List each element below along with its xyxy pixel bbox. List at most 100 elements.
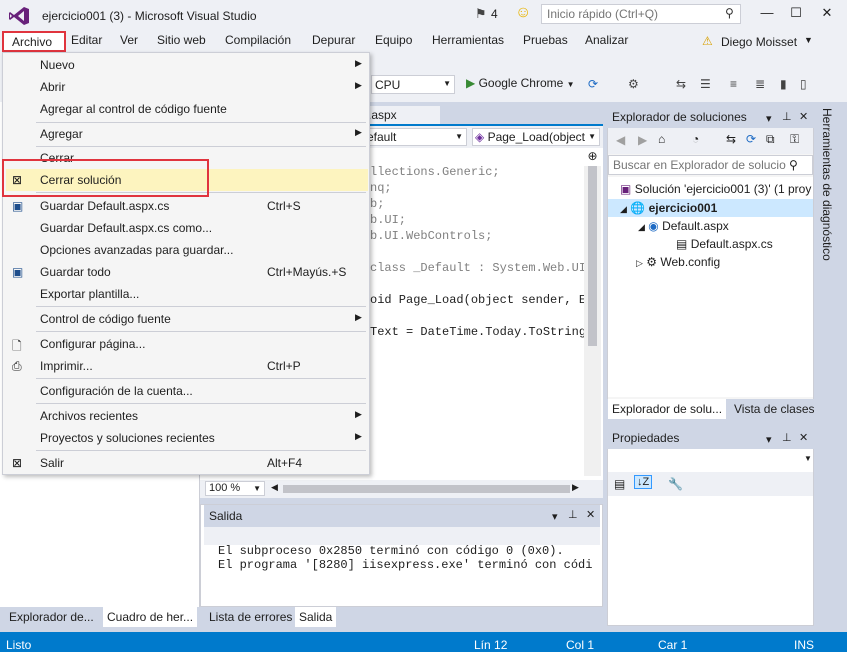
tab-explorador[interactable]: Explorador de... (5, 607, 98, 627)
menu-pruebas[interactable]: Pruebas (523, 33, 568, 47)
menu-item-agregar-control-codigo[interactable]: Agregar al control de código fuente (6, 98, 368, 120)
close-icon[interactable]: ✕ (586, 508, 595, 521)
menu-item-opciones-guardar[interactable]: Opciones avanzadas para guardar... (6, 239, 368, 261)
menu-item-nuevo[interactable]: Nuevo ▶ (6, 54, 368, 76)
chevron-down-icon[interactable]: ▼ (253, 484, 261, 493)
chevron-down-icon[interactable]: ▾ (766, 433, 772, 446)
menu-item-exportar-plantilla[interactable]: Exportar plantilla... (6, 283, 368, 305)
tab-salida[interactable]: Salida (295, 607, 337, 627)
quick-launch-box[interactable] (541, 4, 741, 24)
pin-icon[interactable]: ⊥ (782, 431, 792, 444)
menu-item-configurar-pagina[interactable]: 🗋 Configurar página... (6, 333, 368, 355)
menu-item-archivos-recientes[interactable]: Archivos recientes ▶ (6, 405, 368, 427)
document-tab[interactable]: .aspx (366, 106, 440, 126)
tree-solution[interactable]: ▣ Solución 'ejercicio001 (3)' (1 proy (620, 182, 811, 196)
menu-herramientas[interactable]: Herramientas (432, 33, 504, 47)
horizontal-scrollbar[interactable] (283, 485, 570, 493)
member-dropdown[interactable]: ◈ Page_Load(object ▼ (472, 128, 600, 146)
chevron-down-icon[interactable]: ▾ (766, 112, 772, 125)
chevron-down-icon[interactable]: ▼ (455, 132, 463, 141)
menu-item-agregar[interactable]: Agregar ▶ (6, 123, 368, 145)
menu-item-proyectos-recientes[interactable]: Proyectos y soluciones recientes ▶ (6, 427, 368, 449)
menu-item-configuracion-cuenta[interactable]: Configuración de la cuenta... (6, 380, 368, 402)
expanded-arrow-icon[interactable]: ◢ (620, 204, 627, 214)
history-icon[interactable]: ◔ (692, 132, 699, 146)
menu-archivo[interactable]: Archivo (2, 31, 66, 52)
bookmark-next-icon[interactable]: ▯ (800, 77, 807, 91)
tree-file-default-aspx-cs[interactable]: ▤ Default.aspx.cs (676, 237, 773, 251)
refresh-icon[interactable]: ⟳ (746, 132, 756, 146)
tab-explorador-soluciones[interactable]: Explorador de solu... (608, 399, 727, 419)
minimize-button[interactable]: — (752, 2, 782, 24)
properties-object-select[interactable]: ▼ (608, 450, 813, 470)
chevron-down-icon[interactable]: ▾ (552, 510, 558, 523)
close-icon[interactable]: ✕ (799, 110, 808, 123)
expanded-arrow-icon[interactable]: ◢ (638, 222, 645, 232)
notification-count[interactable]: 4 (491, 7, 498, 21)
chevron-down-icon[interactable]: ▼ (804, 454, 812, 463)
quick-launch-input[interactable] (542, 5, 722, 23)
comment-icon[interactable]: ≡ (730, 77, 737, 91)
menu-equipo[interactable]: Equipo (375, 33, 412, 47)
chevron-down-icon[interactable]: ▼ (443, 79, 451, 88)
bookmark-icon[interactable]: ▮ (780, 77, 787, 91)
chevron-down-icon[interactable]: ▼ (588, 132, 596, 141)
menu-editar[interactable]: Editar (71, 33, 102, 47)
tab-cuadro-herramientas[interactable]: Cuadro de her... (103, 607, 198, 627)
menu-item-salir[interactable]: ⊠ Salir Alt+F4 (6, 452, 368, 474)
search-icon[interactable]: ⚲ (789, 158, 798, 172)
scroll-left-icon[interactable]: ◀ (271, 482, 278, 493)
menu-analizar[interactable]: Analizar (585, 33, 628, 47)
menu-item-guardar-como[interactable]: Guardar Default.aspx.cs como... (6, 217, 368, 239)
split-editor-icon[interactable]: ⊕ (584, 149, 601, 165)
browser-link-icon[interactable]: ⚙ (628, 77, 639, 91)
close-icon[interactable]: ✕ (799, 431, 808, 444)
feedback-smiley-icon[interactable]: ☺ (515, 4, 531, 22)
alphabetical-icon[interactable]: ↓Z (634, 475, 653, 489)
wrench-icon[interactable]: 🔧 (668, 477, 683, 491)
zoom-select[interactable]: 100 % ▼ (205, 481, 265, 496)
tab-vista-clases[interactable]: Vista de clases (730, 399, 819, 419)
close-button[interactable]: ✕ (812, 2, 842, 24)
maximize-button[interactable]: ☐ (781, 2, 811, 24)
menu-compilacion[interactable]: Compilación (225, 33, 291, 47)
back-icon[interactable]: ◀ (616, 133, 625, 147)
menu-item-guardar-todo[interactable]: ▣ Guardar todo Ctrl+Mayús.+S (6, 261, 368, 283)
diagnostic-tools-tab[interactable]: Herramientas de diagnóstico (820, 108, 834, 261)
type-dropdown[interactable]: efault ▼ (364, 128, 467, 146)
uncomment-icon[interactable]: ≣ (755, 77, 765, 91)
indent-icon[interactable]: ☰ (700, 77, 711, 91)
tree-file-default-aspx[interactable]: ◢ ◉ Default.aspx (638, 219, 729, 233)
solution-search-input[interactable] (609, 156, 789, 174)
scrollbar-thumb[interactable] (588, 166, 597, 346)
tree-file-web-config[interactable]: ▷ ⚙ Web.config (636, 255, 720, 269)
platform-select[interactable]: CPU ▼ (371, 75, 455, 94)
menu-item-guardar[interactable]: ▣ Guardar Default.aspx.cs Ctrl+S (6, 195, 368, 217)
scroll-right-icon[interactable]: ▶ (572, 482, 579, 493)
menu-item-imprimir[interactable]: ⎙ Imprimir... Ctrl+P (6, 355, 368, 377)
refresh-icon[interactable]: ⟳ (588, 77, 598, 91)
sync-icon[interactable]: ⇆ (726, 132, 736, 146)
warning-icon[interactable]: ⚠ (702, 34, 713, 48)
menu-item-abrir[interactable]: Abrir ▶ (6, 76, 368, 98)
chevron-down-icon[interactable]: ▼ (804, 35, 813, 45)
menu-item-control-codigo[interactable]: Control de código fuente ▶ (6, 308, 368, 330)
collapsed-arrow-icon[interactable]: ▷ (636, 258, 643, 268)
properties-icon[interactable]: ⚿ (790, 132, 799, 147)
collapse-icon[interactable]: ⧉ (766, 132, 775, 147)
step-icon[interactable]: ⇆ (676, 77, 686, 91)
visual-studio-logo-icon[interactable] (8, 6, 30, 26)
menu-depurar[interactable]: Depurar (312, 33, 355, 47)
search-icon[interactable]: ⚲ (725, 6, 734, 20)
solution-explorer-search[interactable]: ⚲ (608, 155, 813, 175)
notification-flag-icon[interactable]: ⚑ (475, 6, 487, 22)
chevron-down-icon[interactable]: ▼ (567, 80, 575, 89)
tab-lista-errores[interactable]: Lista de errores (205, 607, 296, 627)
categorized-icon[interactable]: ▤ (614, 477, 625, 491)
menu-ver[interactable]: Ver (120, 33, 138, 47)
pin-icon[interactable]: ⊥ (568, 508, 578, 521)
run-button[interactable]: ▶ Google Chrome ▼ (466, 76, 575, 90)
home-icon[interactable]: ⌂ (658, 132, 665, 146)
user-account[interactable]: Diego Moisset (721, 35, 797, 49)
tree-project[interactable]: ◢ 🌐 ejercicio001 (620, 201, 717, 215)
